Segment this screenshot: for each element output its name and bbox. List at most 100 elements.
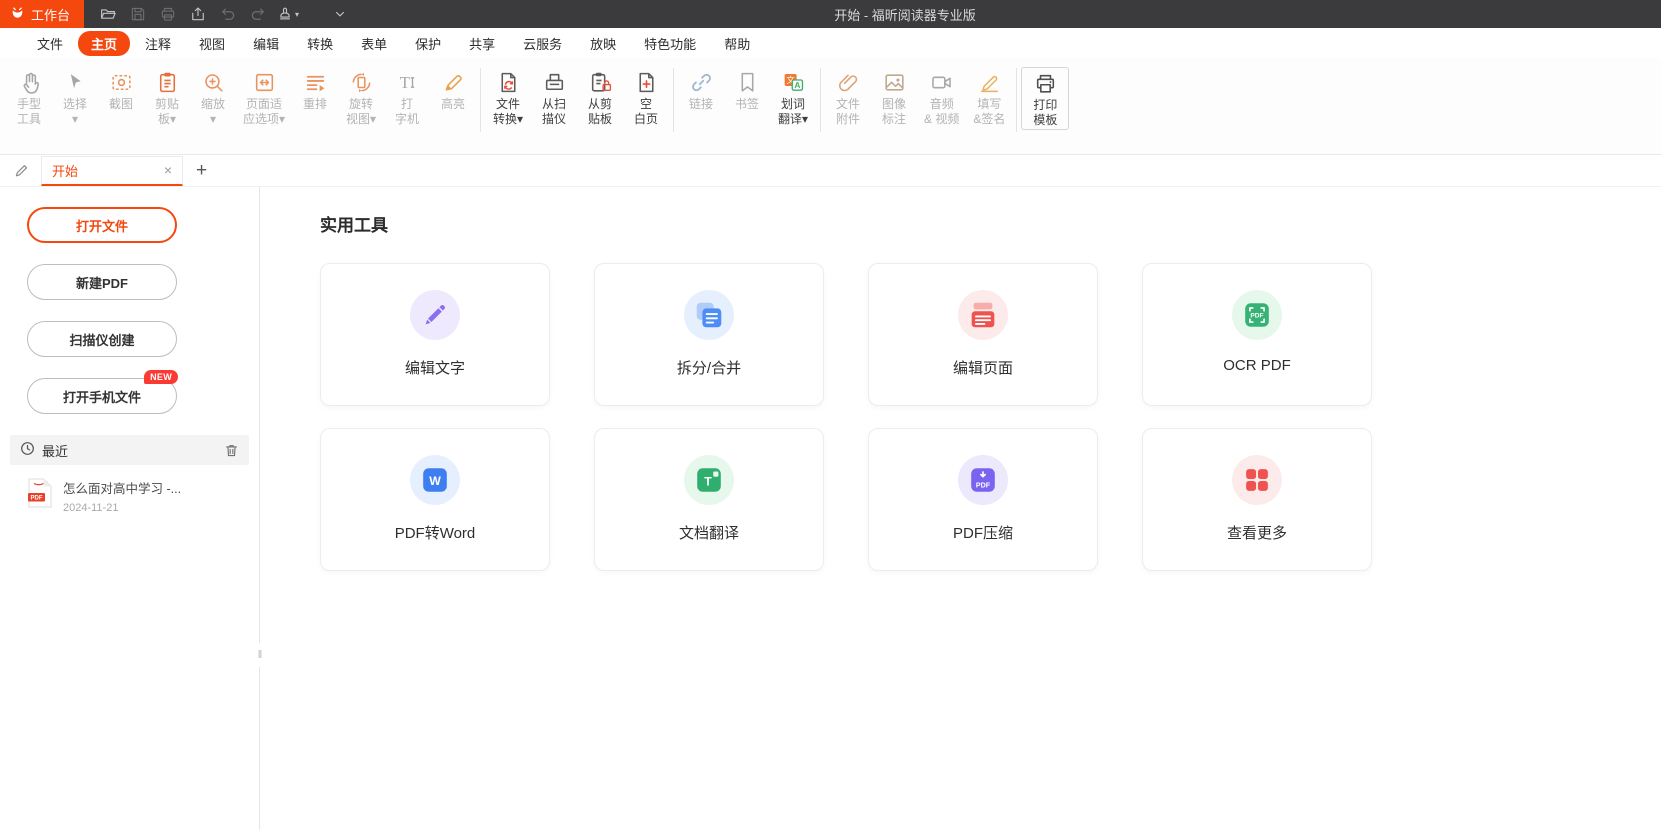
hand-tool-icon [17, 68, 42, 97]
ribbon-label: 空 [640, 97, 652, 112]
svg-text:A: A [794, 80, 800, 90]
titlebar: 工作台 ▾ 开始 - 福昕阅读器专业版 [0, 0, 1661, 28]
card-view-more[interactable]: 查看更多 [1142, 428, 1372, 571]
collapse-toolbar-icon[interactable] [326, 2, 353, 26]
card-doc-translate[interactable]: T 文档翻译 [594, 428, 824, 571]
split-merge-icon [684, 290, 734, 340]
sidebar: 打开文件新建PDF 扫描仪创建打开手机文件NEW 最近 PDF 怎么面对高中学习 -… [0, 187, 260, 830]
svg-text:PDF: PDF [976, 482, 991, 490]
ribbon-label: 翻译▾ [778, 112, 808, 127]
menu-item-视图[interactable]: 视图 [186, 31, 238, 56]
menubar-items: 文件主页注释视图编辑转换表单保护共享云服务放映特色功能帮助 [0, 28, 1661, 58]
ribbon-label: 从剪 [588, 97, 612, 112]
ribbon-label: 板▾ [158, 112, 176, 127]
menu-item-云服务[interactable]: 云服务 [510, 31, 575, 56]
ribbon-typewriter: T打字机 [384, 67, 430, 128]
sidebar-buttons: 打开文件新建PDF 扫描仪创建打开手机文件NEW [0, 207, 259, 414]
menu-item-注释[interactable]: 注释 [132, 31, 184, 56]
card-pdf-to-word[interactable]: WPDF转Word [320, 428, 550, 571]
recent-file-title: 怎么面对高中学习 -... [63, 478, 181, 497]
ribbon-page-fit-options: 页面适应选项▾ [236, 67, 292, 128]
ribbon-audio-video: 音频& 视频 [917, 67, 966, 128]
content-area: 打开文件新建PDF 扫描仪创建打开手机文件NEW 最近 PDF 怎么面对高中学习 -… [0, 187, 1661, 830]
card-edit-pages[interactable]: 编辑页面 [868, 263, 1098, 406]
menu-item-共享[interactable]: 共享 [456, 31, 508, 56]
select-icon [63, 68, 88, 97]
menu-item-表单[interactable]: 表单 [348, 31, 400, 56]
sidebar-button-label: 新建PDF [76, 273, 128, 292]
ribbon-image-annotation: 图像标注 [871, 67, 917, 128]
ribbon-label: 打印 [1033, 98, 1057, 113]
card-edit-text[interactable]: 编辑文字 [320, 263, 550, 406]
sidebar-resize-handle[interactable]: ‖ [255, 643, 264, 667]
ribbon-label: 文件 [836, 97, 860, 112]
word-translate-icon: 文A [781, 68, 806, 97]
workbench-label: 工作台 [31, 5, 70, 24]
recent-title: 最近 [42, 441, 68, 460]
export-icon[interactable] [184, 2, 211, 26]
card-split-merge[interactable]: 拆分/合并 [594, 263, 824, 406]
stamp-tools-icon[interactable]: ▾ [274, 2, 301, 26]
sidebar-button-new-pdf[interactable]: 新建PDF [27, 264, 177, 300]
ribbon-label: 附件 [836, 112, 860, 127]
ribbon-word-translate[interactable]: 文A划词翻译▾ [770, 67, 816, 128]
card-label: PDF转Word [395, 522, 476, 543]
ribbon-from-scanner[interactable]: 从扫描仪 [531, 67, 577, 128]
ribbon-snapshot: 截图 [98, 67, 144, 113]
ribbon-label: 剪贴 [155, 97, 179, 112]
svg-text:PDF: PDF [31, 496, 43, 502]
ribbon-blank-page[interactable]: 空白页 [623, 67, 669, 128]
tab-close-icon[interactable]: × [164, 163, 172, 177]
app-window: 工作台 ▾ 开始 - 福昕阅读器专业版 文件主页注释视图编辑转换表单保护共享云服… [0, 0, 1661, 830]
sidebar-button-open-phone-file[interactable]: 打开手机文件NEW [27, 378, 177, 414]
tab-start[interactable]: 开始 × [41, 156, 183, 186]
ribbon-separator [480, 68, 481, 132]
menu-item-转换[interactable]: 转换 [294, 31, 346, 56]
ribbon-separator [673, 68, 674, 132]
ribbon-label: 贴板 [588, 112, 612, 127]
new-badge: NEW [144, 370, 178, 384]
ribbon-hand-tool: 手型工具 [6, 67, 52, 128]
clear-recent-button[interactable] [224, 443, 239, 458]
workbench-button[interactable]: 工作台 [0, 0, 84, 28]
ribbon-label: 标注 [882, 112, 906, 127]
ocr-pdf-icon: PDF [1232, 290, 1282, 340]
clipboard-icon [155, 68, 180, 97]
ribbon-label: 从扫 [542, 97, 566, 112]
recent-file-item[interactable]: PDF 怎么面对高中学习 -... 2024-11-21 [0, 465, 259, 514]
svg-text:T: T [704, 475, 712, 489]
card-label: 拆分/合并 [677, 357, 741, 378]
sidebar-button-scanner-create[interactable]: 扫描仪创建 [27, 321, 177, 357]
sidebar-button-open-file[interactable]: 打开文件 [27, 207, 177, 243]
card-pdf-compress[interactable]: PDFPDF压缩 [868, 428, 1098, 571]
ribbon-file-convert[interactable]: 文件转换▾ [485, 67, 531, 128]
print-template-icon [1033, 69, 1058, 98]
menu-item-保护[interactable]: 保护 [402, 31, 454, 56]
bookmark-icon [735, 68, 760, 97]
link-icon [689, 68, 714, 97]
ribbon-from-clipboard[interactable]: 从剪贴板 [577, 67, 623, 128]
recent-file-date: 2024-11-21 [63, 502, 181, 514]
menu-item-编辑[interactable]: 编辑 [240, 31, 292, 56]
rotate-view-icon [349, 68, 374, 97]
ribbon-rotate-view: 旋转视图▾ [338, 67, 384, 128]
new-tab-button[interactable]: + [196, 161, 207, 180]
sidebar-button-label: 打开手机文件 [63, 387, 141, 406]
card-label: 文档翻译 [679, 522, 739, 543]
ribbon-file-attachment: 文件附件 [825, 67, 871, 128]
card-ocr-pdf[interactable]: PDFOCR PDF [1142, 263, 1372, 406]
main-panel: 实用工具 编辑文字拆分/合并编辑页面PDFOCR PDFWPDF转WordT文档… [260, 187, 1661, 830]
file-convert-icon [496, 68, 521, 97]
ribbon-label: ▾ [72, 112, 78, 127]
menu-item-主页[interactable]: 主页 [78, 31, 130, 56]
zoom-icon [201, 68, 226, 97]
menu-item-特色功能[interactable]: 特色功能 [631, 31, 709, 56]
pen-icon[interactable] [10, 160, 32, 182]
menu-item-帮助[interactable]: 帮助 [711, 31, 763, 56]
menu-item-文件[interactable]: 文件 [24, 31, 76, 56]
ribbon-print-template[interactable]: 打印模板 [1021, 67, 1069, 130]
menu-item-放映[interactable]: 放映 [577, 31, 629, 56]
open-file-icon[interactable] [94, 2, 121, 26]
blank-page-icon [634, 68, 659, 97]
ribbon-label: 音频 [930, 97, 954, 112]
